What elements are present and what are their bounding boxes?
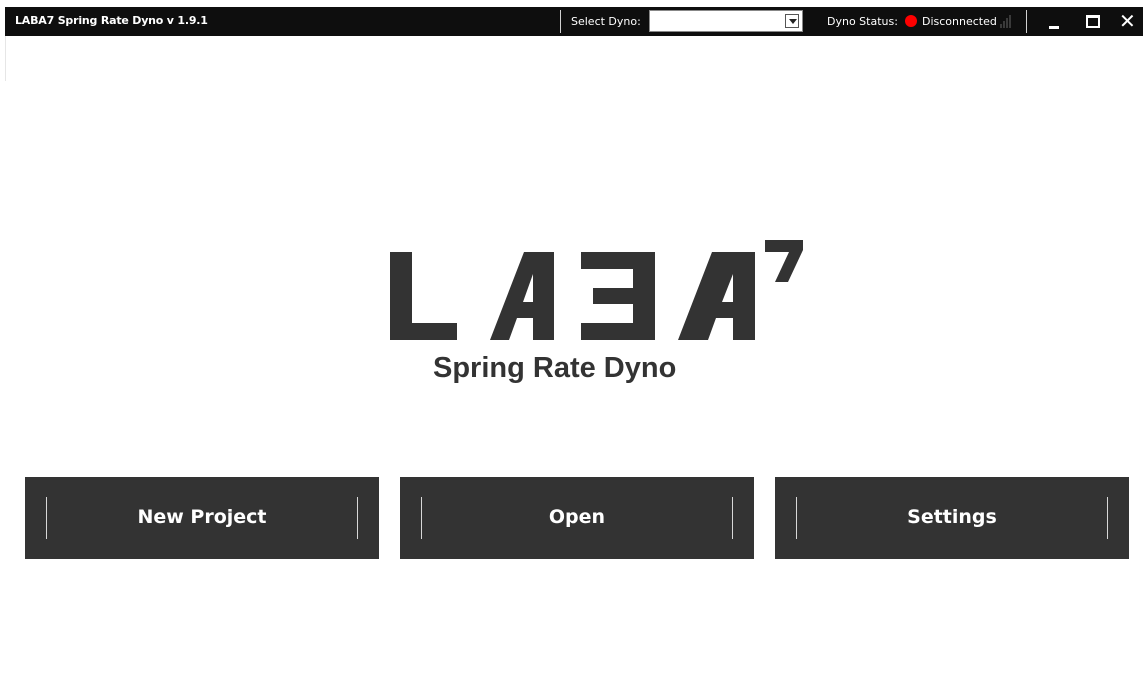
dyno-status-label: Dyno Status: [827,15,898,28]
minimize-button[interactable] [1040,7,1070,36]
maximize-button[interactable] [1078,7,1108,36]
app-title: LABA7 Spring Rate Dyno v 1.9.1 [15,14,208,27]
maximize-icon [1086,15,1100,28]
button-accent-right [1107,497,1108,539]
signal-strength-icon [1000,13,1014,28]
logo: Spring Rate Dyno [385,236,825,396]
divider [1026,10,1027,33]
new-project-label: New Project [137,506,267,528]
open-button[interactable]: Open [400,477,754,559]
close-icon: ✕ [1119,9,1136,33]
dyno-status-value: Disconnected [922,15,997,28]
button-accent-right [732,497,733,539]
select-dyno-label: Select Dyno: [571,15,641,28]
settings-button[interactable]: Settings [775,477,1129,559]
select-dyno-dropdown[interactable] [649,10,803,32]
minimize-icon [1049,26,1059,29]
close-button[interactable]: ✕ [1113,7,1143,36]
window-edge [5,36,6,81]
settings-label: Settings [907,506,997,528]
new-project-button[interactable]: New Project [25,477,379,559]
divider [560,10,561,33]
laba7-logo-mark [390,240,803,340]
button-accent-right [357,497,358,539]
app-subtitle: Spring Rate Dyno [433,352,677,384]
dropdown-arrow-icon[interactable] [785,14,799,28]
status-dot-icon [905,15,917,27]
title-bar: LABA7 Spring Rate Dyno v 1.9.1 Select Dy… [5,7,1143,36]
open-label: Open [548,506,606,528]
